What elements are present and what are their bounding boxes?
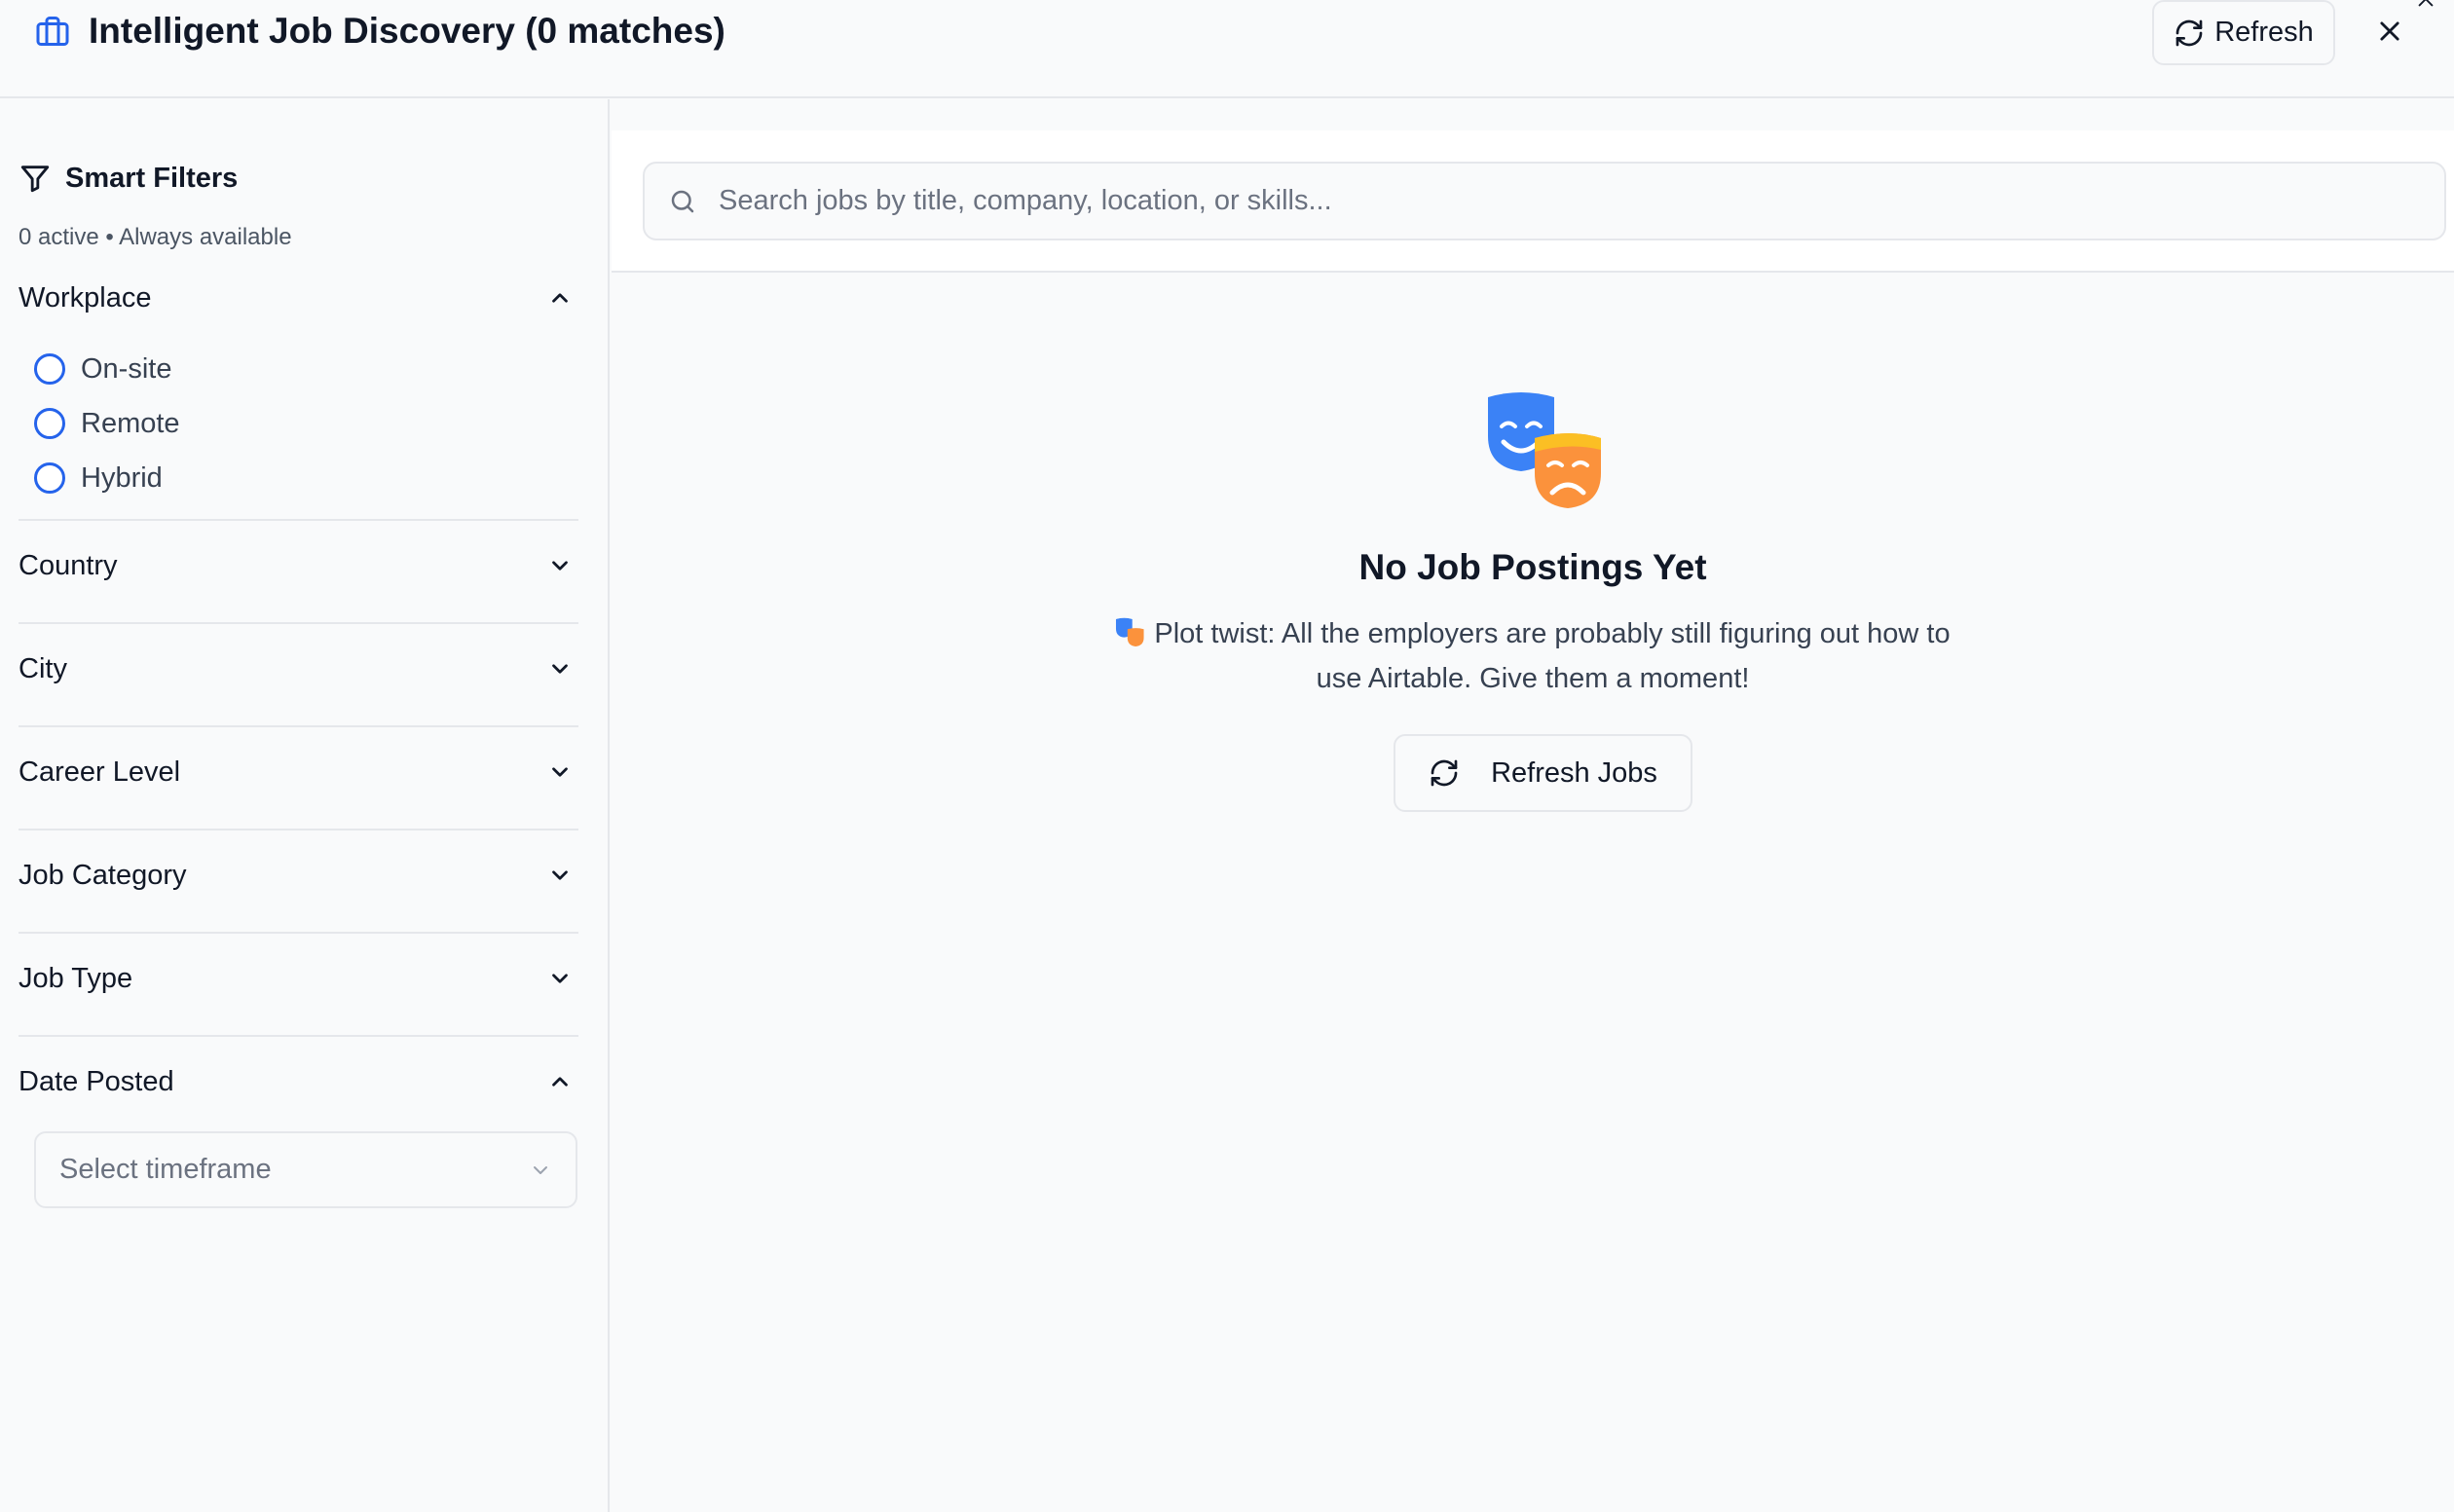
- timeframe-select[interactable]: Select timeframe: [34, 1131, 577, 1208]
- country-section: Country: [19, 541, 578, 590]
- radio-button[interactable]: [34, 462, 65, 494]
- divider: [19, 932, 578, 934]
- chevron-down-icon: [534, 1165, 547, 1174]
- workplace-toggle[interactable]: Workplace: [19, 274, 578, 322]
- career-level-section: Career Level: [19, 748, 578, 796]
- divider: [19, 1035, 578, 1037]
- job-discovery-app: Intelligent Job Discovery (0 matches) Re…: [0, 0, 2454, 1512]
- date-posted-section: Date Posted: [19, 1057, 578, 1106]
- theater-masks-icon: [1116, 617, 1144, 647]
- smart-filters-header: Smart Filters: [19, 162, 238, 195]
- job-type-section: Job Type: [19, 954, 578, 1003]
- chevron-down-icon: [552, 767, 568, 777]
- job-category-label: Job Category: [19, 859, 187, 891]
- chevron-down-icon: [552, 664, 568, 674]
- refresh-icon: [1431, 759, 1458, 787]
- divider: [19, 829, 578, 830]
- date-posted-toggle[interactable]: Date Posted: [19, 1057, 578, 1106]
- divider: [19, 622, 578, 624]
- workplace-option-remote[interactable]: Remote: [19, 396, 578, 451]
- workplace-option-hybrid[interactable]: Hybrid: [19, 451, 578, 505]
- divider: [19, 725, 578, 727]
- timeframe-placeholder: Select timeframe: [59, 1154, 272, 1185]
- workplace-option-onsite[interactable]: On-site: [19, 342, 578, 396]
- smart-filters-title: Smart Filters: [65, 162, 239, 194]
- search-input[interactable]: [719, 185, 2374, 217]
- country-toggle[interactable]: Country: [19, 541, 578, 590]
- filter-icon: [20, 166, 50, 193]
- theater-masks-icon: [1488, 392, 1601, 508]
- workplace-label: Workplace: [19, 281, 152, 313]
- search-box[interactable]: [643, 162, 2446, 240]
- chevron-down-icon: [552, 561, 568, 571]
- divider: [19, 519, 578, 521]
- filters-sidebar: Smart Filters 0 active • Always availabl…: [0, 99, 610, 1512]
- city-label: City: [19, 652, 67, 684]
- career-level-toggle[interactable]: Career Level: [19, 748, 578, 796]
- option-label: Hybrid: [81, 461, 163, 494]
- country-label: Country: [19, 549, 118, 581]
- career-level-label: Career Level: [19, 756, 181, 788]
- briefcase-icon: [36, 17, 69, 46]
- radio-button[interactable]: [34, 353, 65, 385]
- page-title: Intelligent Job Discovery (0 matches): [89, 11, 725, 51]
- close-icon[interactable]: [2415, 0, 2436, 10]
- search-icon: [671, 190, 694, 212]
- filters-status: 0 active • Always available: [19, 224, 292, 250]
- main-content: No Job Postings Yet Plot twist: All the …: [612, 99, 2454, 1512]
- refresh-button-label: Refresh: [2214, 17, 2314, 48]
- job-category-section: Job Category: [19, 851, 578, 900]
- option-label: Remote: [81, 407, 180, 439]
- empty-state-message: Plot twist: All the employers are probab…: [1154, 618, 1951, 694]
- job-category-toggle[interactable]: Job Category: [19, 851, 578, 900]
- header: Intelligent Job Discovery (0 matches) Re…: [0, 0, 2454, 98]
- chevron-up-icon: [552, 293, 568, 303]
- refresh-icon: [2175, 19, 2203, 46]
- city-toggle[interactable]: City: [19, 645, 578, 693]
- close-button[interactable]: [2370, 12, 2409, 51]
- option-label: On-site: [81, 352, 172, 385]
- close-icon: [2380, 21, 2399, 41]
- refresh-button[interactable]: Refresh: [2152, 0, 2335, 65]
- refresh-jobs-label: Refresh Jobs: [1491, 756, 1657, 789]
- chevron-up-icon: [552, 1077, 568, 1087]
- chevron-down-icon: [552, 974, 568, 983]
- date-posted-label: Date Posted: [19, 1065, 174, 1097]
- radio-button[interactable]: [34, 408, 65, 439]
- empty-state-title: No Job Postings Yet: [1358, 547, 1707, 587]
- empty-state-message-wrap: Plot twist: All the employers are probab…: [1104, 611, 1961, 701]
- job-type-label: Job Type: [19, 962, 133, 994]
- workplace-section: Workplace On-site Remote Hybrid: [19, 274, 578, 505]
- search-bar: [612, 130, 2454, 273]
- city-section: City: [19, 645, 578, 693]
- job-type-toggle[interactable]: Job Type: [19, 954, 578, 1003]
- refresh-jobs-button[interactable]: Refresh Jobs: [1394, 734, 1692, 812]
- chevron-down-icon: [552, 870, 568, 880]
